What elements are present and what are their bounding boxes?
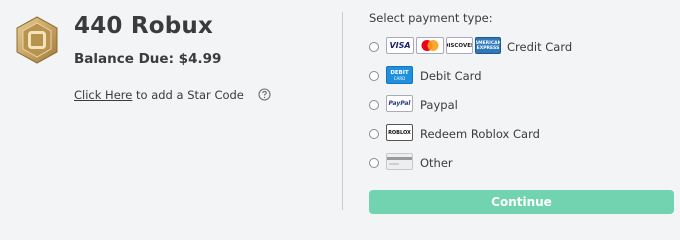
section-divider: [342, 12, 343, 210]
star-code-row: Click Here to add a Star Code: [74, 88, 244, 102]
star-code-link[interactable]: Click Here: [74, 88, 132, 102]
amex-logo-icon: AMERICAN EXPRESS: [475, 37, 501, 54]
product-title: 440 Robux: [74, 13, 214, 39]
roblox-card-radio[interactable]: [369, 129, 379, 139]
visa-logo-icon: VISA: [386, 37, 414, 54]
credit-card-radio[interactable]: [369, 42, 379, 52]
balance-due: Balance Due: $4.99: [74, 51, 222, 67]
paypal-radio[interactable]: [369, 100, 379, 110]
paypal-label: Paypal: [420, 98, 458, 112]
debit-card-icon: DEBIT CARD: [386, 66, 413, 84]
product-summary: 440 Robux Balance Due: $4.99 Click Here …: [0, 0, 342, 225]
debit-card-radio[interactable]: [369, 71, 379, 81]
roblox-card-icon: ROBLOX: [386, 124, 413, 141]
payment-option-debit-card[interactable]: DEBIT CARD Debit Card: [366, 66, 666, 88]
payment-type-heading: Select payment type:: [369, 11, 493, 25]
payment-option-credit-card[interactable]: VISA DISCOVER AMERICAN EXPRESS Credit Ca…: [366, 37, 666, 59]
credit-card-label: Credit Card: [507, 40, 573, 54]
generic-card-icon: [386, 153, 413, 170]
roblox-card-label: Redeem Roblox Card: [420, 127, 540, 141]
other-radio[interactable]: [369, 158, 379, 168]
mastercard-logo-icon: [416, 37, 444, 54]
payment-option-roblox-card[interactable]: ROBLOX Redeem Roblox Card: [366, 124, 666, 146]
question-circle-icon[interactable]: [258, 88, 271, 101]
star-code-text: to add a Star Code: [132, 88, 244, 102]
discover-logo-icon: DISCOVER: [446, 37, 473, 54]
paypal-logo-icon: PayPal: [386, 95, 413, 112]
other-label: Other: [420, 156, 453, 170]
payment-option-paypal[interactable]: PayPal Paypal: [366, 95, 666, 117]
debit-card-label: Debit Card: [420, 69, 482, 83]
payment-option-other[interactable]: Other: [366, 153, 666, 175]
continue-button[interactable]: Continue: [369, 190, 674, 214]
robux-icon: [16, 16, 58, 64]
debit-logo-subtext: CARD: [393, 75, 406, 81]
